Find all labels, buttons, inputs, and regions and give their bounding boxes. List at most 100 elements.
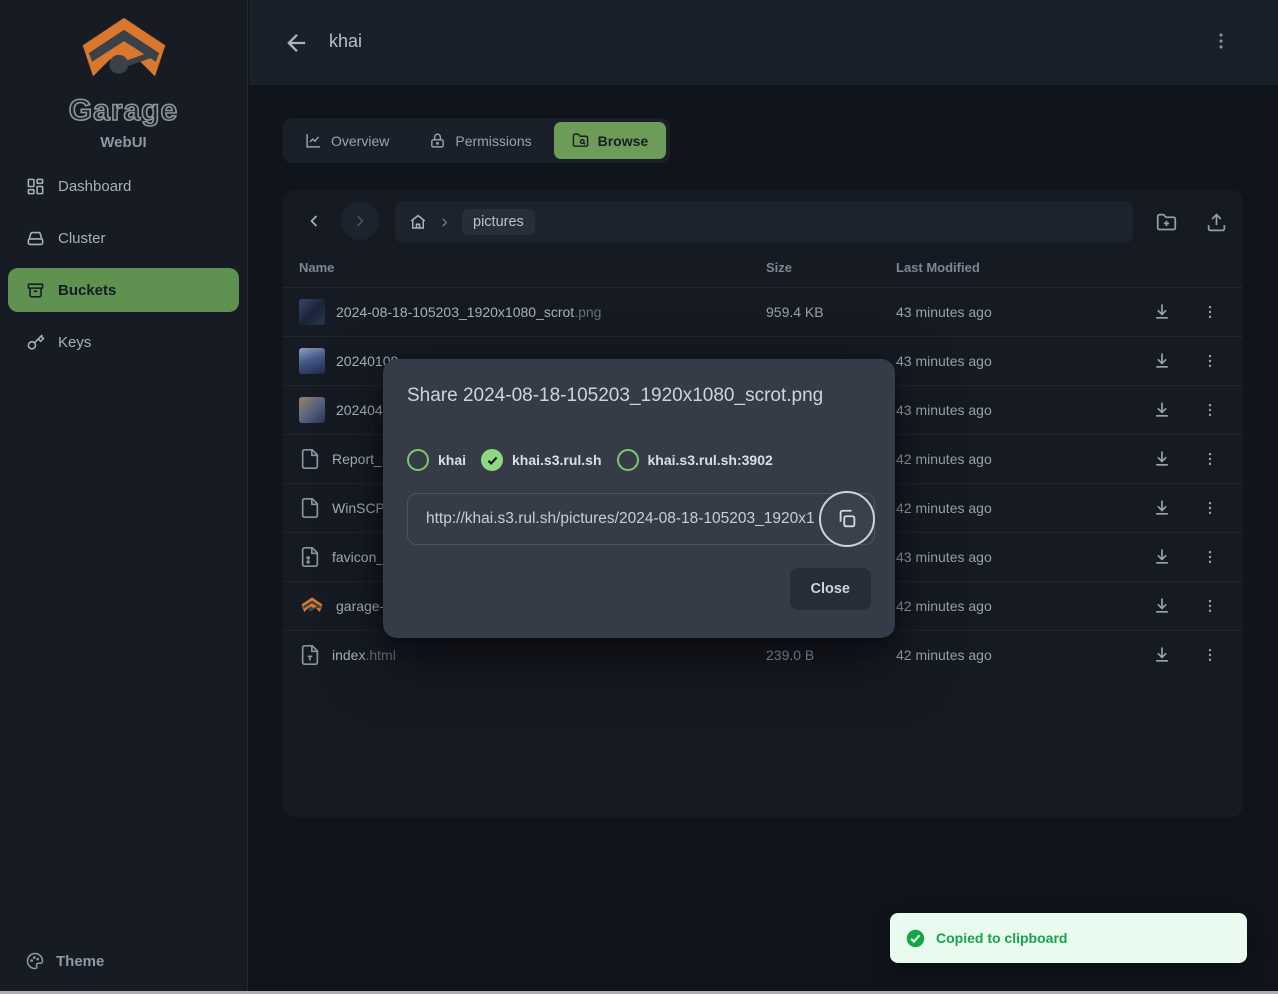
buckets-icon [26, 281, 45, 300]
radio-option-khai[interactable]: khai [407, 449, 466, 471]
column-last-modified: Last Modified [896, 260, 1243, 275]
sidebar: Garage WebUI Dashboard Cluster Buckets K… [0, 0, 248, 994]
download-icon [1152, 596, 1172, 616]
home-icon [409, 213, 427, 231]
copy-url-button[interactable] [819, 491, 875, 547]
radio-unchecked-icon [407, 449, 429, 471]
download-icon [1152, 498, 1172, 518]
sidebar-item-keys[interactable]: Keys [8, 320, 239, 364]
line-chart-icon [305, 132, 322, 149]
garage-webui-app: Garage WebUI Dashboard Cluster Buckets K… [0, 0, 1278, 994]
download-icon [1152, 449, 1172, 469]
share-dialog-title: Share 2024-08-18-105203_1920x1080_scrot.… [407, 385, 823, 407]
sidebar-item-dashboard[interactable]: Dashboard [8, 164, 239, 208]
download-icon [1152, 645, 1172, 665]
tab-label: Overview [331, 133, 389, 149]
theme-button[interactable]: Theme [8, 942, 122, 980]
bucket-title: khai [329, 31, 362, 52]
file-binary-icon [299, 546, 321, 568]
sidebar-item-label: Dashboard [58, 178, 131, 195]
garage-logo-icon [81, 16, 167, 92]
sidebar-nav: Dashboard Cluster Buckets Keys [8, 164, 239, 372]
sidebar-item-label: Keys [58, 334, 91, 351]
folder-search-icon [572, 132, 589, 149]
radio-option-khai-s3[interactable]: khai.s3.rul.sh [481, 449, 601, 471]
copy-icon [836, 508, 858, 530]
domain-options: khai khai.s3.rul.sh khai.s3.rul.sh:3902 [407, 449, 773, 471]
folder-plus-icon [1156, 212, 1177, 233]
file-text-icon [299, 644, 321, 666]
sidebar-item-buckets[interactable]: Buckets [8, 268, 239, 312]
breadcrumb-folder-pictures[interactable]: pictures [462, 209, 535, 235]
chevron-left-icon [304, 211, 324, 231]
home-breadcrumb-button[interactable] [409, 213, 427, 231]
image-thumbnail [299, 397, 325, 423]
chevron-right-icon [350, 211, 370, 231]
tab-overview[interactable]: Overview [287, 122, 407, 159]
brand-subtitle: WebUI [0, 134, 247, 151]
download-button[interactable] [1145, 442, 1179, 476]
column-size: Size [766, 260, 896, 275]
file-icon [299, 497, 321, 519]
sidebar-item-label: Buckets [58, 282, 116, 299]
garage-logo-thumbnail [299, 593, 325, 619]
download-button[interactable] [1145, 638, 1179, 672]
tab-label: Permissions [455, 133, 531, 149]
row-menu-button[interactable] [1193, 491, 1227, 525]
kebab-menu-icon [1201, 597, 1219, 615]
share-url-input[interactable] [407, 493, 875, 545]
cluster-icon [26, 229, 45, 248]
theme-label: Theme [56, 953, 104, 970]
radio-option-khai-s3-3902[interactable]: khai.s3.rul.sh:3902 [617, 449, 773, 471]
kebab-menu-icon [1201, 352, 1219, 370]
toast-message: Copied to clipboard [936, 930, 1067, 946]
create-folder-button[interactable] [1147, 203, 1185, 241]
table-row[interactable]: 2024-08-18-105203_1920x1080_scrot.png 95… [283, 287, 1243, 336]
upload-icon [1206, 212, 1227, 233]
download-button[interactable] [1145, 540, 1179, 574]
lock-icon [429, 132, 446, 149]
kebab-menu-icon [1201, 548, 1219, 566]
close-button[interactable]: Close [790, 568, 872, 610]
kebab-menu-icon [1201, 303, 1219, 321]
back-button[interactable] [283, 29, 311, 57]
tab-label: Browse [598, 133, 649, 149]
column-name: Name [283, 260, 766, 275]
download-icon [1152, 547, 1172, 567]
sidebar-item-label: Cluster [58, 230, 106, 247]
sidebar-item-cluster[interactable]: Cluster [8, 216, 239, 260]
radio-unchecked-icon [617, 449, 639, 471]
download-button[interactable] [1145, 393, 1179, 427]
history-forward-button[interactable] [341, 202, 379, 240]
kebab-menu-icon [1201, 450, 1219, 468]
kebab-menu-icon [1201, 499, 1219, 517]
tab-permissions[interactable]: Permissions [411, 122, 549, 159]
row-menu-button[interactable] [1193, 589, 1227, 623]
row-menu-button[interactable] [1193, 393, 1227, 427]
download-button[interactable] [1145, 589, 1179, 623]
download-button[interactable] [1145, 491, 1179, 525]
download-button[interactable] [1145, 344, 1179, 378]
history-back-button[interactable] [295, 202, 333, 240]
kebab-menu-icon [1201, 646, 1219, 664]
brand-title: Garage [0, 94, 247, 128]
upload-button[interactable] [1197, 203, 1235, 241]
row-menu-button[interactable] [1193, 344, 1227, 378]
radio-checked-icon [481, 449, 503, 471]
row-menu-button[interactable] [1193, 295, 1227, 329]
bucket-menu-button[interactable] [1210, 30, 1234, 54]
breadcrumb: pictures [395, 201, 1133, 243]
share-dialog: Share 2024-08-18-105203_1920x1080_scrot.… [383, 359, 895, 638]
download-button[interactable] [1145, 295, 1179, 329]
row-menu-button[interactable] [1193, 540, 1227, 574]
kebab-menu-icon [1201, 401, 1219, 419]
row-menu-button[interactable] [1193, 442, 1227, 476]
toast-notification: Copied to clipboard [890, 913, 1247, 963]
palette-icon [26, 952, 44, 970]
tab-browse[interactable]: Browse [554, 122, 667, 159]
image-thumbnail [299, 299, 325, 325]
download-icon [1152, 351, 1172, 371]
table-header: Name Size Last Modified [283, 260, 1243, 275]
row-menu-button[interactable] [1193, 638, 1227, 672]
bucket-tabs: Overview Permissions Browse [283, 118, 670, 163]
